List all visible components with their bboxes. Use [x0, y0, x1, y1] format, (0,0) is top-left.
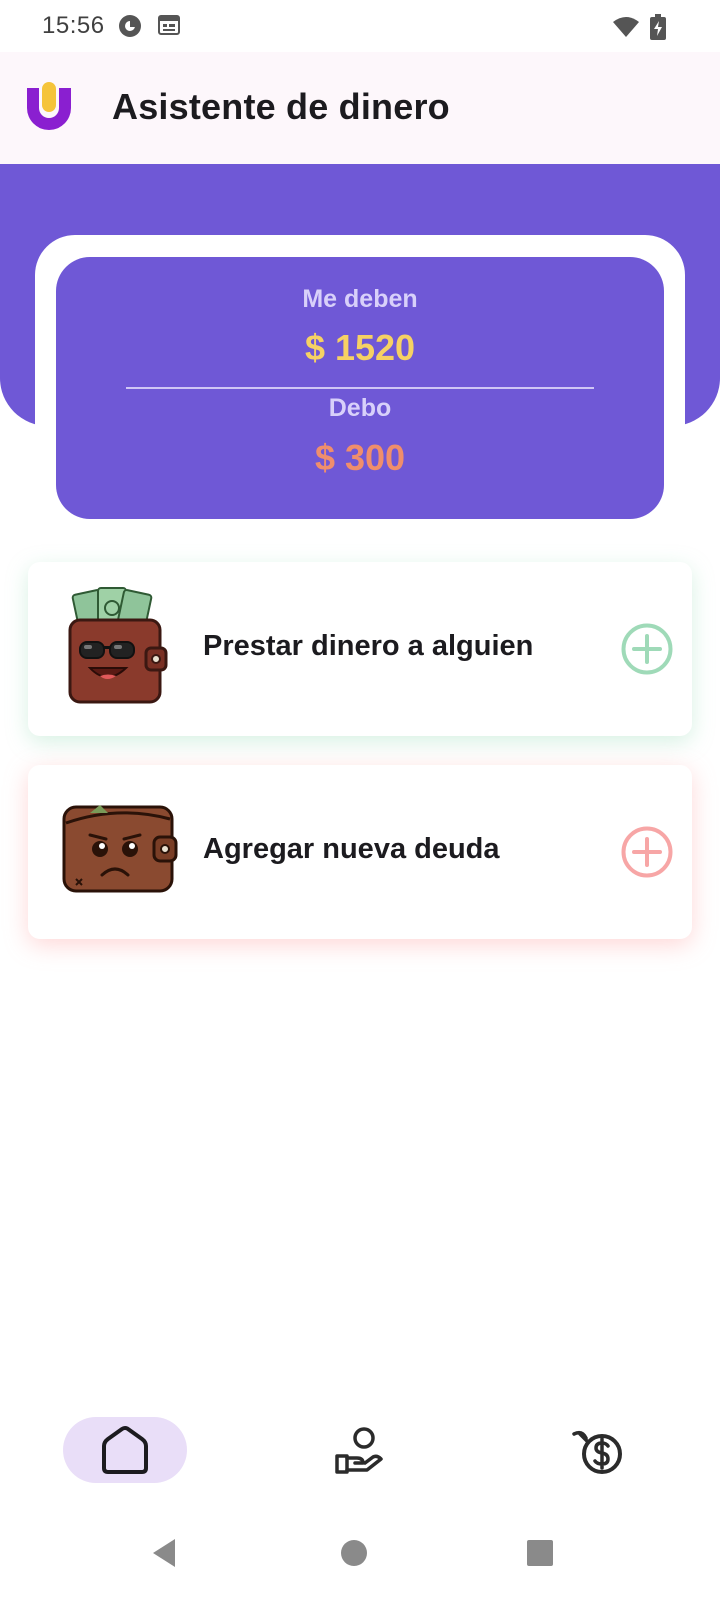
- home-circle-icon[interactable]: [334, 1533, 374, 1573]
- happy-wallet-illustration: [68, 587, 168, 704]
- owed-to-me-amount: $ 1520: [304, 327, 416, 368]
- add-debt-card[interactable]: Agregar nueva deuda: [28, 765, 692, 939]
- back-icon[interactable]: [145, 1533, 185, 1573]
- i-owe-amount: $ 300: [314, 437, 406, 478]
- bottom-nav: [0, 1395, 720, 1505]
- app-bar: Asistente de dinero: [0, 52, 720, 164]
- lend-money-label: Prestar dinero a alguien: [203, 630, 534, 662]
- battery-charging-icon: [650, 14, 666, 40]
- sad-wallet-illustration: [62, 805, 178, 893]
- vpn-key-icon: [119, 15, 141, 37]
- wifi-icon: [613, 17, 639, 37]
- owed-to-me-label: Me deben: [302, 285, 418, 313]
- plus-circle-icon[interactable]: [620, 825, 674, 879]
- hand-person-icon: [335, 1427, 383, 1474]
- status-bar: 15:56: [0, 0, 720, 52]
- dollar-debt-icon: [572, 1430, 622, 1474]
- recents-icon[interactable]: [520, 1533, 560, 1573]
- balance-divider: [126, 387, 594, 389]
- calendar-icon: [158, 15, 180, 35]
- nav-lend[interactable]: [298, 1417, 422, 1483]
- i-owe-label: Debo: [328, 394, 392, 422]
- lend-money-card[interactable]: Prestar dinero a alguien: [28, 562, 692, 736]
- system-nav: [0, 1505, 720, 1600]
- nav-debt[interactable]: [535, 1417, 659, 1483]
- status-time: 15:56: [42, 12, 105, 39]
- balance-card: Me deben $ 1520 Debo $ 300: [56, 257, 664, 519]
- app-title: Asistente de dinero: [112, 86, 450, 127]
- home-icon: [102, 1426, 148, 1474]
- add-debt-label: Agregar nueva deuda: [203, 833, 500, 865]
- app-logo-icon: [27, 82, 71, 130]
- plus-circle-icon[interactable]: [620, 622, 674, 676]
- nav-home[interactable]: [63, 1417, 187, 1483]
